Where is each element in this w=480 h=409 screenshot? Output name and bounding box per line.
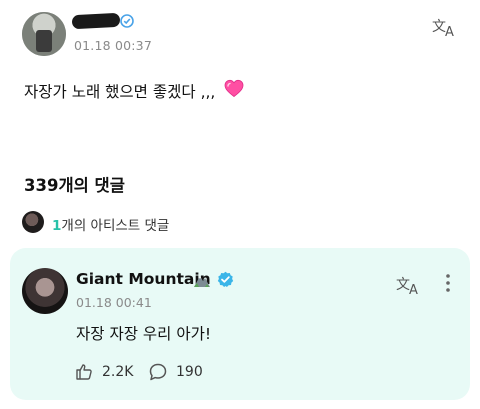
artist-avatar-small[interactable] [22, 211, 44, 233]
like-count: 2.2K [102, 364, 134, 380]
avatar-photo-detail [36, 30, 52, 52]
artist-comments-filter[interactable]: 1개의 아티스트 댓글 [52, 214, 169, 234]
artist-name[interactable]: Giant Mountain [76, 270, 211, 288]
verified-icon [120, 14, 134, 28]
svg-text:A: A [445, 25, 454, 38]
pink-heart-icon [224, 79, 244, 98]
post-author-avatar[interactable] [22, 12, 66, 56]
svg-text:A: A [409, 283, 418, 296]
like-icon[interactable] [74, 362, 94, 382]
reply-count: 190 [176, 364, 203, 380]
artist-comment-count: 1 [52, 218, 62, 234]
more-options-icon[interactable] [441, 272, 455, 294]
post-timestamp: 01.18 00:37 [74, 38, 152, 53]
svg-text:文: 文 [396, 277, 410, 293]
translate-icon[interactable]: 文 A [432, 16, 458, 38]
svg-text:文: 文 [432, 19, 446, 35]
comment-timestamp: 01.18 00:41 [76, 295, 152, 310]
translate-icon[interactable]: 文 A [396, 274, 422, 296]
artist-comment-text: 자장 자장 우리 아가! [76, 325, 212, 343]
reply-icon[interactable] [148, 362, 168, 382]
comments-count-title: 339개의 댓글 [24, 176, 125, 195]
artist-avatar[interactable] [22, 268, 68, 314]
verified-badge-icon [217, 271, 234, 287]
redacted-author-name[interactable] [71, 12, 121, 30]
artist-comment-label: 개의 아티스트 댓글 [61, 218, 170, 234]
post-body-text: 자장가 노래 했으면 좋겠다 ,,, [24, 83, 216, 101]
mountain-icon [194, 276, 210, 287]
